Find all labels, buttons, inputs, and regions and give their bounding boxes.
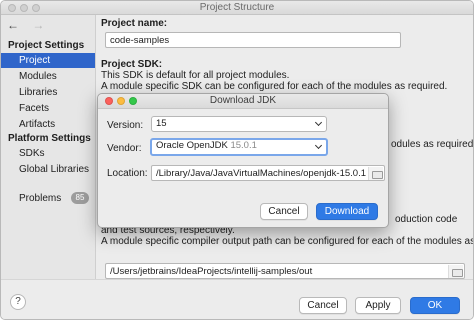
help-button[interactable]: ? <box>10 294 26 310</box>
location-label: Location: <box>107 168 148 179</box>
window-title: Project Structure <box>199 2 275 13</box>
window-titlebar: Project Structure <box>1 1 473 15</box>
vendor-version: 15.0.1 <box>230 140 257 151</box>
cancel-button[interactable]: Cancel <box>299 297 347 314</box>
dialog-cancel-button[interactable]: Cancel <box>260 203 308 220</box>
sidebar-item-artifacts[interactable]: Artifacts <box>1 117 95 132</box>
project-settings-header: Project Settings <box>8 40 85 51</box>
compiler-description-line2: A module specific compiler output path c… <box>101 236 473 247</box>
vendor-label: Vendor: <box>107 143 142 154</box>
location-value: /Library/Java/JavaVirtualMachines/openjd… <box>156 168 366 179</box>
bottom-button-bar: ? Cancel Apply OK <box>1 279 473 319</box>
sdk-description-line1: This SDK is default for all project modu… <box>101 70 290 81</box>
problems-count-badge: 85 <box>71 192 89 204</box>
nav-arrows: ← → <box>7 18 54 32</box>
browse-folder-icon[interactable] <box>368 167 383 180</box>
sdk-description-line2: A module specific SDK can be configured … <box>101 81 448 92</box>
download-jdk-dialog: Download JDK Version: 15 Vendor: Oracle … <box>97 93 389 228</box>
dialog-title: Download JDK <box>209 95 277 106</box>
sidebar: ← → Project Settings Project Modules Lib… <box>1 15 96 279</box>
download-button[interactable]: Download <box>316 203 378 220</box>
sidebar-item-modules[interactable]: Modules <box>1 69 95 84</box>
project-name-input[interactable]: code-samples <box>105 32 401 48</box>
compiler-output-path-value: /Users/jetbrains/IdeaProjects/intellij-s… <box>110 266 313 277</box>
partially-hidden-text-2: oduction code <box>395 214 458 225</box>
dialog-titlebar: Download JDK <box>98 94 388 109</box>
apply-button[interactable]: Apply <box>355 297 401 314</box>
chevron-down-icon <box>315 120 322 127</box>
back-arrow-icon[interactable]: ← <box>7 18 19 32</box>
platform-settings-header: Platform Settings <box>8 133 91 144</box>
project-sdk-label: Project SDK: <box>101 59 163 70</box>
version-label: Version: <box>107 120 144 131</box>
version-dropdown[interactable]: 15 <box>151 116 327 132</box>
chevron-down-icon <box>315 143 322 150</box>
version-value: 15 <box>156 118 167 129</box>
sidebar-item-global-libraries[interactable]: Global Libraries <box>1 162 95 177</box>
vendor-name: Oracle OpenJDK <box>156 140 228 151</box>
compiler-output-path-input[interactable]: /Users/jetbrains/IdeaProjects/intellij-s… <box>105 263 465 279</box>
sidebar-item-project[interactable]: Project <box>1 53 95 68</box>
ok-button[interactable]: OK <box>410 297 460 314</box>
project-name-label: Project name: <box>101 18 168 29</box>
partially-hidden-text-1: odules as required. <box>391 139 474 150</box>
forward-arrow-icon[interactable]: → <box>32 18 44 32</box>
sidebar-item-facets[interactable]: Facets <box>1 101 95 116</box>
browse-folder-icon[interactable] <box>448 265 463 278</box>
sidebar-item-libraries[interactable]: Libraries <box>1 85 95 100</box>
sidebar-item-sdks[interactable]: SDKs <box>1 146 95 161</box>
location-input[interactable]: /Library/Java/JavaVirtualMachines/openjd… <box>151 165 385 181</box>
vendor-dropdown[interactable]: Oracle OpenJDK 15.0.1 <box>150 138 328 156</box>
